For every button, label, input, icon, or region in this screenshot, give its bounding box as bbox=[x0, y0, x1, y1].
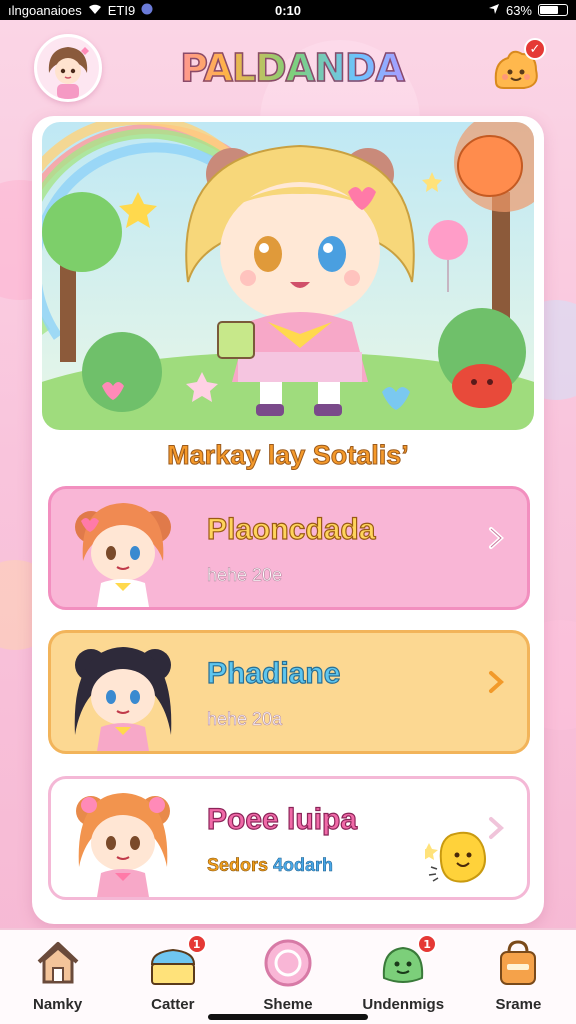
nav-badge: 1 bbox=[417, 934, 438, 954]
featured-title: Markay lay Sotalis’ bbox=[167, 440, 410, 471]
status-right: 63% bbox=[488, 3, 568, 18]
list-item-card[interactable]: Plaoncdada hehe 20e bbox=[48, 486, 530, 610]
chevron-right-icon bbox=[489, 527, 504, 549]
redhead-chibi-avatar-icon bbox=[75, 503, 171, 607]
status-left: ılngoanaioes ETI9 bbox=[8, 3, 153, 18]
house-icon bbox=[37, 942, 78, 984]
list-item-card[interactable]: Phadiane hehe 20a bbox=[48, 630, 530, 754]
nav-label: Undenmigs bbox=[362, 996, 445, 1013]
app-notification-icon bbox=[141, 3, 153, 18]
location-icon bbox=[488, 3, 500, 18]
sparkle-mascot-icon bbox=[425, 831, 486, 883]
list-item-card[interactable]: Poee luipa Sedors 4odarh bbox=[48, 776, 530, 900]
battery-percent: 63% bbox=[505, 2, 532, 18]
circle-gem-icon bbox=[264, 939, 312, 987]
bag-icon bbox=[500, 940, 537, 985]
card-avatar bbox=[65, 491, 181, 607]
nav-item-undenmigs[interactable]: 1 Undenmigs bbox=[346, 930, 461, 1024]
network-text: ETI9 bbox=[107, 2, 136, 18]
card-avatar bbox=[65, 781, 181, 897]
nav-item-sheme[interactable]: Sheme bbox=[230, 930, 345, 1024]
chevron-right-icon bbox=[489, 671, 504, 693]
status-bar: ılngoanaioes ETI9 0:10 63% bbox=[0, 0, 576, 20]
nav-item-namky[interactable]: Namky bbox=[0, 930, 115, 1024]
card-avatar bbox=[65, 635, 181, 751]
nav-item-catter[interactable]: 1 Catter bbox=[115, 930, 230, 1024]
card-subtitle-accent: 4odarh bbox=[273, 855, 334, 876]
wifi-icon bbox=[88, 3, 102, 18]
nav-label: Catter bbox=[151, 996, 195, 1013]
chibi-girl-hero-illustration bbox=[42, 122, 534, 430]
notification-badge: ✓ bbox=[524, 38, 546, 60]
hero-illustration[interactable] bbox=[42, 122, 534, 430]
app-title: PALDANDA bbox=[160, 45, 424, 91]
nav-badge: 1 bbox=[186, 934, 207, 954]
carrier-text: ılngoanaioes bbox=[8, 2, 82, 18]
nav-item-srame[interactable]: Srame bbox=[461, 930, 576, 1024]
girl-avatar-icon bbox=[37, 37, 99, 99]
notification-button[interactable]: ✓ bbox=[488, 38, 546, 98]
header: PALDANDA ✓ bbox=[0, 28, 576, 114]
card-subtitle: hehe 20a bbox=[207, 709, 283, 730]
home-indicator[interactable] bbox=[208, 1014, 368, 1020]
profile-avatar-button[interactable] bbox=[34, 34, 102, 102]
ginger-chibi-avatar-icon bbox=[76, 793, 170, 897]
darkhair-chibi-avatar-icon bbox=[74, 647, 172, 751]
card-subtitle: Sedors 4odarh bbox=[207, 855, 334, 876]
card-name: Poee luipa bbox=[206, 802, 358, 836]
card-subtitle-main: Sedors bbox=[207, 855, 274, 876]
bottom-nav: Namky 1 Catter Sheme 1 Undenmigs Srame bbox=[0, 928, 576, 1024]
nav-label: Srame bbox=[495, 996, 542, 1013]
battery-fill bbox=[540, 6, 558, 14]
status-time: 0:10 bbox=[274, 2, 302, 18]
battery-icon bbox=[538, 4, 568, 16]
nav-label: Namky bbox=[33, 996, 83, 1013]
card-name: Phadiane bbox=[206, 656, 341, 690]
card-name: Plaoncdada bbox=[206, 512, 376, 546]
card-subtitle: hehe 20e bbox=[207, 565, 283, 586]
nav-label: Sheme bbox=[263, 996, 313, 1013]
